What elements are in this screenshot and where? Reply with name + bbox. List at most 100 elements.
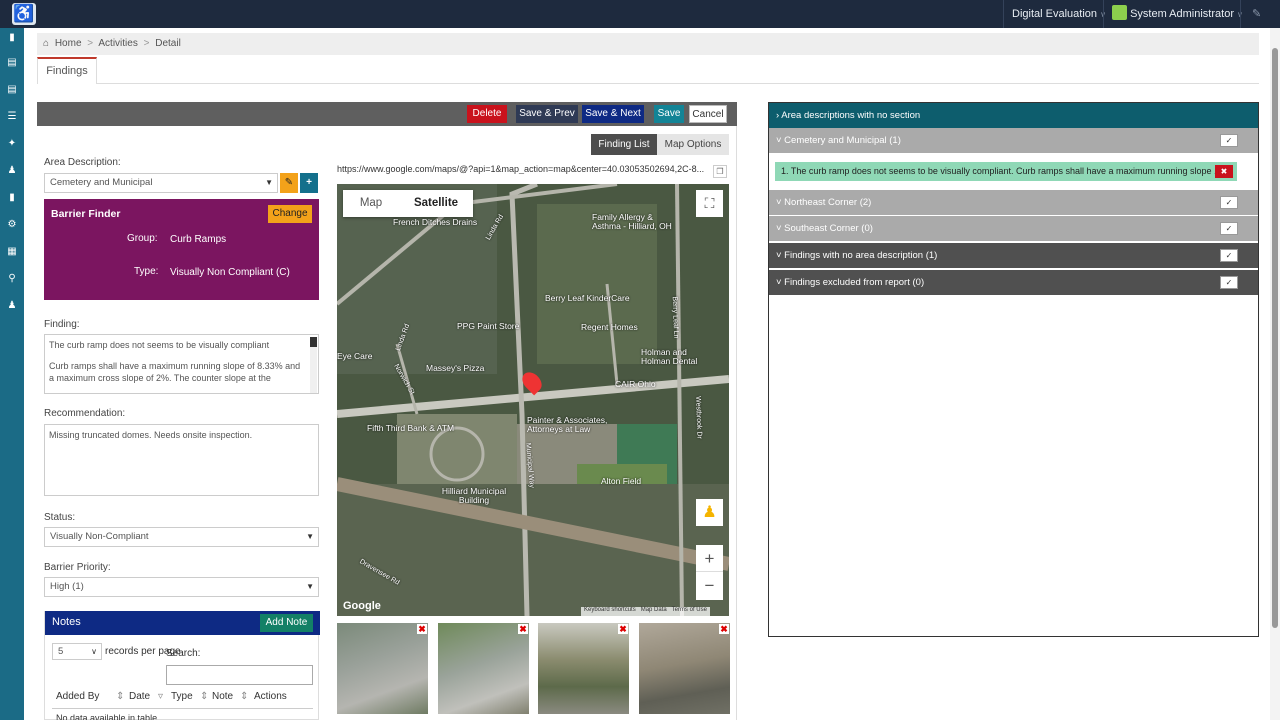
section-cemetery[interactable]: ˅ Cemetery and Municipal (1) ✓ (769, 128, 1258, 153)
accessibility-logo-icon[interactable]: ♿ (12, 3, 36, 25)
col-added-by[interactable]: Added By (56, 691, 99, 702)
satellite-map[interactable]: Map Satellite ⛶ ♟ + − Google Keyboard sh… (337, 184, 729, 616)
wrench-icon[interactable]: ✦ (0, 134, 24, 154)
map-place-label: Family Allergy & Asthma - Hilliard, OH (592, 212, 672, 231)
top-bar: ♿ Digital Evaluation ∨ System Administra… (0, 0, 1280, 28)
person-icon[interactable]: ♟ (0, 161, 24, 181)
remove-photo-icon[interactable]: ✖ (618, 624, 628, 634)
sort-icon[interactable]: ⇕ (200, 691, 208, 702)
finding-textarea[interactable]: The curb ramp does not seems to be visua… (44, 334, 319, 394)
breadcrumb-home[interactable]: Home (55, 38, 82, 49)
section-excluded[interactable]: ˅ Findings excluded from report (0) ✓ (769, 270, 1258, 295)
remove-photo-icon[interactable]: ✖ (518, 624, 528, 634)
user-menu[interactable]: System Administrator ∨ (1112, 0, 1243, 28)
edit-area-button[interactable]: ✎ (280, 173, 298, 193)
left-sidebar: ▮ ▤ ▤ ☰ ✦ ♟ ▮ ⚙ ▦ ⚲ ♟ (0, 28, 24, 720)
finding-editor: Delete Save & Prev Save & Next Save Canc… (37, 102, 737, 720)
notes-search-input[interactable] (166, 665, 313, 685)
fullscreen-icon[interactable]: ⛶ (696, 190, 723, 217)
finding-text-line: Curb ramps shall have a maximum running … (49, 361, 301, 383)
checklist-icon[interactable]: ✓ (1220, 276, 1238, 289)
area-description-select[interactable]: Cemetery and Municipal ▼ (44, 173, 278, 193)
zoom-control: + − (696, 545, 723, 600)
map-place-label: PPG Paint Store (457, 321, 520, 331)
zoom-in-button[interactable]: + (696, 545, 723, 572)
finding-list-item[interactable]: 1. The curb ramp does not seems to be vi… (775, 162, 1237, 181)
divider (1240, 0, 1241, 28)
book-icon[interactable]: ▮ (0, 188, 24, 208)
map-type-map[interactable]: Map (343, 190, 399, 217)
sort-icon[interactable]: ⇕ (240, 691, 248, 702)
checklist-icon[interactable]: ✓ (1220, 222, 1238, 235)
pegman-icon[interactable]: ♟ (696, 499, 723, 526)
section-no-section[interactable]: › Area descriptions with no section (769, 103, 1258, 128)
add-note-button[interactable]: Add Note (260, 614, 313, 632)
photo-thumbnail[interactable]: ✖ (438, 623, 529, 714)
section-southeast[interactable]: ˅ Southeast Corner (0) ✓ (769, 216, 1258, 241)
map-attribution[interactable]: Keyboard shortcuts Map Data Terms of Use (581, 607, 710, 616)
photo-thumbnail[interactable]: ✖ (337, 623, 428, 714)
recommendation-textarea[interactable]: Missing truncated domes. Needs onsite in… (44, 424, 319, 496)
photo-thumbnail[interactable]: ✖ (538, 623, 629, 714)
add-area-button[interactable]: + (300, 173, 318, 193)
list-icon[interactable]: ☰ (0, 107, 24, 127)
copy-icon[interactable]: ❐ (713, 165, 727, 178)
document-icon[interactable]: ▮ (0, 28, 24, 48)
checklist-icon[interactable]: ✓ (1220, 134, 1238, 147)
finding-label: Finding: (44, 319, 80, 330)
area-description-label: Area Description: (44, 157, 121, 168)
save-prev-button[interactable]: Save & Prev (516, 105, 578, 123)
change-button[interactable]: Change (268, 205, 312, 223)
cancel-button[interactable]: Cancel (689, 105, 727, 123)
col-note[interactable]: Note (212, 691, 233, 702)
remove-photo-icon[interactable]: ✖ (719, 624, 729, 634)
tab-findings[interactable]: Findings (37, 57, 97, 84)
section-no-area[interactable]: ˅ Findings with no area description (1) ✓ (769, 243, 1258, 268)
zoom-out-button[interactable]: − (696, 572, 723, 599)
tab-finding-list[interactable]: Finding List (591, 134, 657, 155)
gear-icon[interactable]: ⚙ (0, 215, 24, 235)
user-icon[interactable]: ♟ (0, 296, 24, 316)
map-place-label: Painter & Associates, Attorneys at Law (527, 415, 608, 434)
page-scrollbar-thumb[interactable] (1272, 48, 1278, 628)
user-name-label: System Administrator (1130, 8, 1234, 20)
map-place-label: Fifth Third Bank & ATM (367, 423, 455, 433)
save-next-button[interactable]: Save & Next (582, 105, 644, 123)
search-icon[interactable]: ⚲ (0, 269, 24, 289)
wrench-icon[interactable]: ✎ (1252, 0, 1261, 28)
chart-icon[interactable]: ▦ (0, 242, 24, 262)
scrollbar[interactable] (310, 337, 317, 393)
records-per-page-select[interactable]: 5 ∨ (52, 643, 102, 660)
checklist-icon[interactable]: ✓ (1220, 249, 1238, 262)
remove-photo-icon[interactable]: ✖ (417, 624, 427, 634)
page-scrollbar[interactable] (1270, 28, 1280, 720)
finding-text-line: The curb ramp does not seems to be visua… (49, 340, 270, 350)
barrier-priority-select[interactable]: High (1) ▼ (44, 577, 319, 597)
sort-icon[interactable]: ⇕ (116, 691, 124, 702)
map-type-satellite[interactable]: Satellite (399, 190, 473, 217)
col-date[interactable]: Date (129, 691, 150, 702)
card-icon[interactable]: ▤ (0, 80, 24, 100)
map-place-label: Hilliard Municipal Building (441, 486, 507, 505)
calendar-icon[interactable]: ▤ (0, 53, 24, 73)
tab-map-options[interactable]: Map Options (657, 134, 729, 155)
notes-header: Notes Add Note (45, 611, 320, 635)
scrollbar-thumb[interactable] (310, 337, 317, 347)
digital-evaluation-menu[interactable]: Digital Evaluation ∨ (1012, 0, 1106, 28)
notes-panel: Notes Add Note 5 ∨ records per page Searc… (44, 611, 320, 720)
checklist-icon[interactable]: ✓ (1220, 196, 1238, 209)
delete-button[interactable]: Delete (467, 105, 507, 123)
section-northeast[interactable]: ˅ Northeast Corner (2) ✓ (769, 190, 1258, 215)
photo-thumbnail[interactable]: ✖ (639, 623, 730, 714)
status-select[interactable]: Visually Non-Compliant ▼ (44, 527, 319, 547)
remove-finding-icon[interactable]: ✖ (1215, 165, 1233, 178)
notes-title: Notes (52, 616, 81, 628)
breadcrumb-activities[interactable]: Activities (98, 38, 137, 49)
map-street-label: Berry Leaf Ln (670, 296, 680, 339)
col-type[interactable]: Type (171, 691, 193, 702)
sort-icon[interactable]: ▿ (158, 691, 163, 702)
barrier-priority-value: High (1) (50, 581, 84, 592)
section-northeast-label: ˅ Northeast Corner (2) (776, 197, 872, 208)
google-logo: Google (343, 600, 381, 612)
save-button[interactable]: Save (654, 105, 684, 123)
